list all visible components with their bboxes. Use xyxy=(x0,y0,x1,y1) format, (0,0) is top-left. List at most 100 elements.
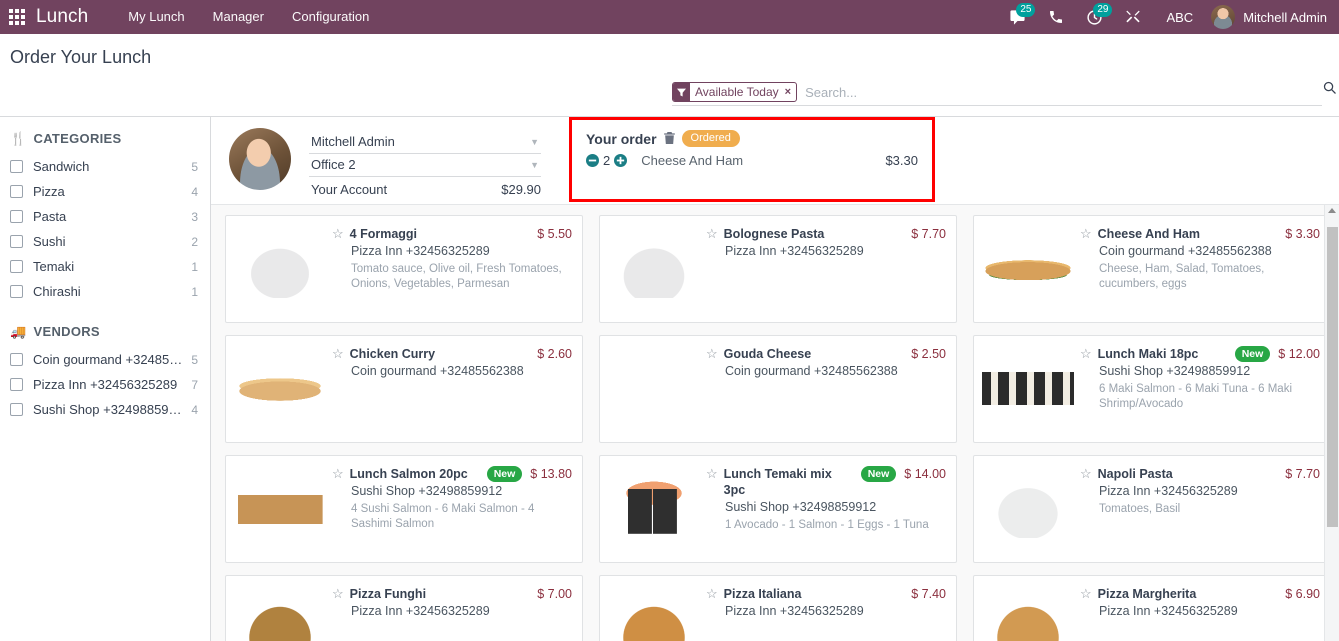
scrollbar-thumb[interactable] xyxy=(1327,227,1338,527)
product-description: 1 Avocado - 1 Salmon - 1 Eggs - 1 Tuna xyxy=(725,519,929,531)
search-input[interactable] xyxy=(801,83,1322,101)
product-card[interactable]: ☆ Lunch Salmon 20pc New $ 13.80 Sushi Sh… xyxy=(225,455,583,563)
developer-tools-button[interactable] xyxy=(1114,0,1152,34)
favorite-star-icon[interactable]: ☆ xyxy=(706,586,718,602)
checkbox[interactable] xyxy=(10,353,23,366)
sidebar-item-label: Chirashi xyxy=(33,284,81,299)
search-facet-available-today[interactable]: Available Today × xyxy=(672,82,798,102)
minus-circle-icon[interactable] xyxy=(586,154,599,168)
product-card[interactable]: ☆ Napoli Pasta $ 7.70 Pizza Inn +3245632… xyxy=(973,455,1331,563)
sidebar-item-pizza[interactable]: Pizza 4 xyxy=(0,179,210,204)
sidebar-item-count: 1 xyxy=(191,259,198,274)
sidebar-item-coin-gourmand[interactable]: Coin gourmand +324855... 5 xyxy=(0,347,210,372)
status-badge: Ordered xyxy=(681,130,740,148)
your-account-row: Your Account $29.90 xyxy=(309,177,541,201)
checkbox[interactable] xyxy=(10,378,23,391)
favorite-star-icon[interactable]: ☆ xyxy=(706,466,718,482)
user-select-field[interactable]: Mitchell Admin ▼ xyxy=(309,131,541,154)
phone-button[interactable] xyxy=(1037,0,1075,34)
product-description: Cheese, Ham, Salad, Tomatoes, cucumbers,… xyxy=(1099,263,1265,290)
product-card[interactable]: ☆ Chicken Curry $ 2.60 Coin gourmand +32… xyxy=(225,335,583,443)
product-body: ☆ Lunch Salmon 20pc New $ 13.80 Sushi Sh… xyxy=(332,466,572,554)
product-card[interactable]: ☆ Bolognese Pasta $ 7.70 Pizza Inn +3245… xyxy=(599,215,957,323)
sidebar-item-temaki[interactable]: Temaki 1 xyxy=(0,254,210,279)
new-badge: New xyxy=(1234,346,1271,362)
trash-icon[interactable] xyxy=(663,131,675,146)
kanban-scroll-area[interactable]: ☆ 4 Formaggi $ 5.50 Pizza Inn +324563252… xyxy=(211,205,1339,641)
sidebar-item-pasta[interactable]: Pasta 3 xyxy=(0,204,210,229)
menu-item-manager[interactable]: Manager xyxy=(199,0,278,34)
sidebar-item-chirashi[interactable]: Chirashi 1 xyxy=(0,279,210,304)
favorite-star-icon[interactable]: ☆ xyxy=(706,346,718,362)
checkbox[interactable] xyxy=(10,185,23,198)
favorite-star-icon[interactable]: ☆ xyxy=(1080,466,1092,482)
product-card[interactable]: ☆ 4 Formaggi $ 5.50 Pizza Inn +324563252… xyxy=(225,215,583,323)
sidebar-section-vendors: 🚚 VENDORS xyxy=(0,322,210,347)
sidebar-item-sushi-shop[interactable]: Sushi Shop +324988599... 4 xyxy=(0,397,210,422)
avatar xyxy=(229,128,291,190)
categories-title: CATEGORIES xyxy=(33,131,122,146)
activities-button[interactable]: 29 xyxy=(1075,0,1114,34)
sidebar-item-label: Sushi Shop +324988599... xyxy=(33,402,186,417)
sidebar-item-label: Pizza xyxy=(33,184,65,199)
messages-button[interactable]: 25 xyxy=(998,0,1037,34)
scroll-up-arrow-icon[interactable] xyxy=(1328,208,1336,213)
product-card[interactable]: ☆ Lunch Maki 18pc New $ 12.00 Sushi Shop… xyxy=(973,335,1331,443)
favorite-star-icon[interactable]: ☆ xyxy=(332,346,344,362)
favorite-star-icon[interactable]: ☆ xyxy=(332,466,344,482)
your-account-label: Your Account xyxy=(311,182,388,197)
product-card[interactable]: ☆ Gouda Cheese $ 2.50 Coin gourmand +324… xyxy=(599,335,957,443)
user-menu[interactable]: Mitchell Admin xyxy=(1207,5,1335,29)
product-card[interactable]: ☆ Lunch Temaki mix 3pc New $ 14.00 Sushi… xyxy=(599,455,957,563)
sidebar-item-label: Coin gourmand +324855... xyxy=(33,352,186,367)
checkbox[interactable] xyxy=(10,235,23,248)
location-select-field[interactable]: Office 2 ▼ xyxy=(309,154,541,177)
kanban-grid: ☆ 4 Formaggi $ 5.50 Pizza Inn +324563252… xyxy=(225,215,1331,641)
checkbox[interactable] xyxy=(10,160,23,173)
facet-remove-icon[interactable]: × xyxy=(783,83,796,101)
sidebar: 🍴 CATEGORIES Sandwich 5 Pizza 4 Pasta 3 … xyxy=(0,117,211,641)
favorite-star-icon[interactable]: ☆ xyxy=(1080,346,1092,362)
product-header: ☆ Cheese And Ham $ 3.30 xyxy=(1080,226,1320,242)
order-line: 2 Cheese And Ham $3.30 xyxy=(586,153,918,168)
product-body: ☆ Pizza Italiana $ 7.40 Pizza Inn +32456… xyxy=(706,586,946,641)
favorite-star-icon[interactable]: ☆ xyxy=(332,226,344,242)
product-header: ☆ Lunch Maki 18pc New $ 12.00 xyxy=(1080,346,1320,362)
product-image xyxy=(608,354,700,418)
product-vendor: Pizza Inn +32456325289 xyxy=(351,604,490,618)
search-icon[interactable] xyxy=(1322,80,1337,100)
product-name: Napoli Pasta xyxy=(1097,467,1173,481)
sidebar-item-sushi[interactable]: Sushi 2 xyxy=(0,229,210,254)
product-card[interactable]: ☆ Pizza Funghi $ 7.00 Pizza Inn +3245632… xyxy=(225,575,583,641)
favorite-star-icon[interactable]: ☆ xyxy=(1080,226,1092,242)
product-image xyxy=(982,354,1074,418)
vertical-scrollbar[interactable] xyxy=(1324,205,1339,641)
product-card[interactable]: ☆ Pizza Margherita $ 6.90 Pizza Inn +324… xyxy=(973,575,1331,641)
product-price: $ 14.00 xyxy=(904,467,946,481)
control-panel-top-row: Order Your Lunch xyxy=(0,34,1331,80)
product-body: ☆ Bolognese Pasta $ 7.70 Pizza Inn +3245… xyxy=(706,226,946,314)
product-vendor: Pizza Inn +32456325289 xyxy=(1099,604,1238,618)
menu-item-configuration[interactable]: Configuration xyxy=(278,0,383,34)
checkbox[interactable] xyxy=(10,285,23,298)
product-price: $ 7.40 xyxy=(911,587,946,601)
menu-item-my-lunch[interactable]: My Lunch xyxy=(114,0,198,34)
product-card[interactable]: ☆ Pizza Italiana $ 7.40 Pizza Inn +32456… xyxy=(599,575,957,641)
product-card[interactable]: ☆ Cheese And Ham $ 3.30 Coin gourmand +3… xyxy=(973,215,1331,323)
favorite-star-icon[interactable]: ☆ xyxy=(1080,586,1092,602)
debug-indicator[interactable]: ABC xyxy=(1152,10,1207,25)
sidebar-item-count: 7 xyxy=(191,377,198,392)
checkbox[interactable] xyxy=(10,210,23,223)
product-name: Chicken Curry xyxy=(349,347,436,361)
product-name: Lunch Temaki mix 3pc xyxy=(723,467,832,497)
checkbox[interactable] xyxy=(10,403,23,416)
plus-circle-icon[interactable] xyxy=(614,154,628,168)
apps-grid-icon[interactable] xyxy=(0,0,34,34)
product-image xyxy=(234,474,326,538)
favorite-star-icon[interactable]: ☆ xyxy=(332,586,344,602)
favorite-star-icon[interactable]: ☆ xyxy=(706,226,718,242)
app-brand-lunch[interactable]: Lunch xyxy=(34,6,94,28)
sidebar-item-sandwich[interactable]: Sandwich 5 xyxy=(0,154,210,179)
checkbox[interactable] xyxy=(10,260,23,273)
sidebar-item-pizza-inn[interactable]: Pizza Inn +32456325289 7 xyxy=(0,372,210,397)
